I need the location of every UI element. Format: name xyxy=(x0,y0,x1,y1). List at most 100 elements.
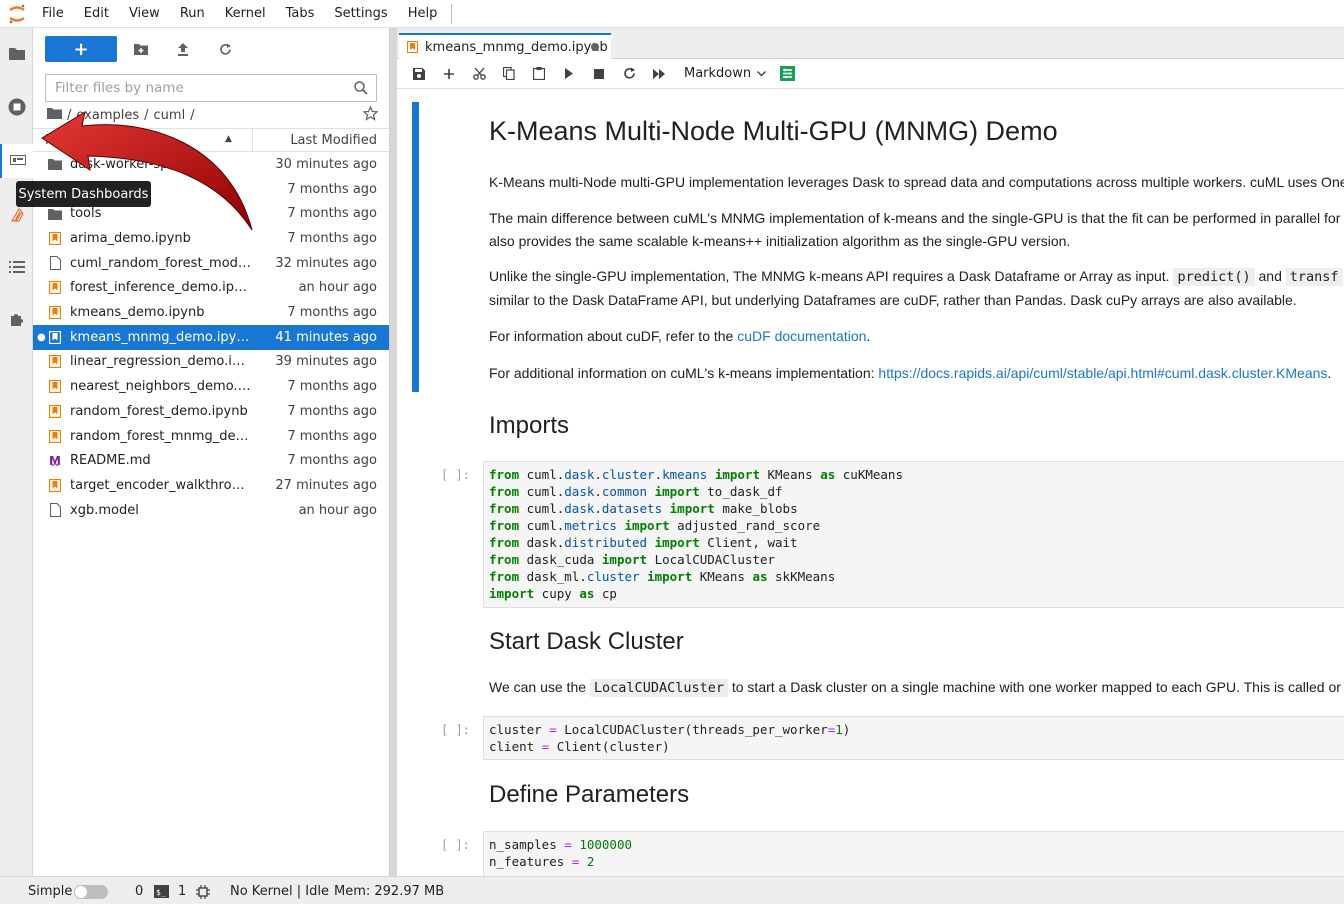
notebook-icon xyxy=(48,330,62,344)
file-row[interactable]: M README.md 7 months ago xyxy=(33,448,389,473)
stop-icon[interactable] xyxy=(584,62,614,86)
file-filter-input[interactable]: Filter files by name xyxy=(45,74,377,102)
new-folder-icon[interactable] xyxy=(120,36,162,62)
file-filter-placeholder: Filter files by name xyxy=(55,80,184,96)
star-icon[interactable] xyxy=(362,105,379,125)
notebook-icon xyxy=(48,478,62,492)
file-row[interactable]: cuml_random_forest_model.sav 32 minutes a… xyxy=(33,251,389,276)
file-name: xgb.model xyxy=(70,502,139,518)
activity-bar xyxy=(0,28,33,876)
code-cell-parameters[interactable]: n_samples = 1000000 n_features = 2 xyxy=(483,831,1344,876)
file-row[interactable]: random_forest_mnmg_demo.ipynb 7 months ag… xyxy=(33,424,389,449)
panel-splitter[interactable] xyxy=(390,28,397,876)
file-row[interactable]: target_encoder_walkthrough.ipynb 27 minut… xyxy=(33,473,389,498)
file-last-modified: 30 minutes ago xyxy=(275,156,377,172)
new-launcher-button[interactable]: + xyxy=(45,36,117,62)
menu-file[interactable]: File xyxy=(34,0,74,28)
running-terminals-count[interactable]: 1 xyxy=(178,884,186,899)
simple-mode-label: Simple xyxy=(28,884,73,899)
markdown-icon: M xyxy=(48,454,62,468)
svg-text:M: M xyxy=(49,454,61,467)
file-row[interactable]: linear_regression_demo.ipynb 39 minutes a… xyxy=(33,350,389,375)
file-row[interactable]: ● kmeans_mnmg_demo.ipynb 41 minutes ago xyxy=(33,324,389,350)
fast-forward-icon[interactable] xyxy=(644,62,674,86)
notebook-toolbar: Markdown xyxy=(397,59,1344,89)
heading-imports: Imports xyxy=(489,412,570,439)
system-dashboards-icon[interactable] xyxy=(0,144,33,178)
menu-view[interactable]: View xyxy=(119,0,170,28)
file-last-modified: 7 months ago xyxy=(287,428,377,444)
toggle-knob xyxy=(75,886,87,898)
file-name: linear_regression_demo.ipynb xyxy=(70,354,252,370)
file-last-modified: 39 minutes ago xyxy=(275,354,377,370)
file-last-modified: 7 months ago xyxy=(287,206,377,222)
memory-usage: Mem: 292.97 MB xyxy=(334,884,445,899)
menu-help[interactable]: Help xyxy=(398,0,448,28)
jupyter-logo-icon xyxy=(0,0,34,28)
file-name: random_forest_demo.ipynb xyxy=(70,403,248,419)
table-of-contents-icon[interactable] xyxy=(0,250,33,284)
menu-run[interactable]: Run xyxy=(170,0,215,28)
cell-type-dropdown[interactable]: Markdown xyxy=(684,66,767,81)
insert-cell-icon[interactable] xyxy=(434,62,464,86)
copy-icon[interactable] xyxy=(494,62,524,86)
paragraph-text: We can use the xyxy=(489,679,587,695)
file-last-modified: 7 months ago xyxy=(287,230,377,246)
cut-icon[interactable] xyxy=(464,62,494,86)
tab-kmeans-mnmg-demo[interactable]: kmeans_mnmg_demo.ipynb xyxy=(399,33,611,59)
paste-icon[interactable] xyxy=(524,62,554,86)
cell-type-value: Markdown xyxy=(684,66,752,81)
file-last-modified: 7 months ago xyxy=(287,379,377,395)
file-icon xyxy=(48,503,62,518)
file-browser-icon[interactable] xyxy=(0,36,33,70)
paragraph-difference-line2: also provides the same scalable k-means+… xyxy=(489,233,1071,249)
file-last-modified: 32 minutes ago xyxy=(275,255,377,271)
column-header-last-modified[interactable]: Last Modified xyxy=(290,133,377,148)
simple-mode-toggle[interactable] xyxy=(74,885,108,899)
file-icon xyxy=(48,256,62,271)
file-last-modified: 7 months ago xyxy=(287,305,377,321)
menu-edit[interactable]: Edit xyxy=(74,0,119,28)
extension-manager-icon[interactable] xyxy=(0,302,33,336)
file-row[interactable]: xgb.model an hour ago xyxy=(33,498,389,523)
code-cell-cluster[interactable]: cluster = LocalCUDACluster(threads_per_w… xyxy=(483,716,1344,760)
inline-code-localcudacluster: LocalCUDACluster xyxy=(589,679,728,697)
file-row[interactable]: kmeans_demo.ipynb 7 months ago xyxy=(33,300,389,325)
property-inspector-icon[interactable] xyxy=(772,62,802,86)
paragraph-intro: K-Means multi-Node multi-GPU implementat… xyxy=(489,174,1344,190)
menu-settings[interactable]: Settings xyxy=(324,0,397,28)
heading-define-parameters: Define Parameters xyxy=(489,781,690,808)
restart-icon[interactable] xyxy=(614,62,644,86)
file-row[interactable]: forest_inference_demo.ipynb an hour ago xyxy=(33,276,389,301)
notebook-title: K-Means Multi-Node Multi-GPU (MNMG) Demo xyxy=(489,116,1058,146)
tab-bar: kmeans_mnmg_demo.ipynb xyxy=(397,28,1344,59)
cudf-documentation-link[interactable]: cuDF documentation xyxy=(737,328,866,344)
menu-tabs[interactable]: Tabs xyxy=(276,0,325,28)
file-row[interactable]: nearest_neighbors_demo.ipynb 7 months ago xyxy=(33,374,389,399)
file-name: target_encoder_walkthrough.ipynb xyxy=(70,477,252,493)
paragraph-text: Unlike the single-GPU implementation, Th… xyxy=(489,268,1170,284)
annotation-arrow-icon xyxy=(41,110,253,231)
running-indicator-icon: ● xyxy=(37,331,46,343)
running-kernels-count[interactable]: 0 xyxy=(135,884,143,899)
notebook-panel[interactable]: K-Means Multi-Node Multi-GPU (MNMG) Demo… xyxy=(397,90,1344,876)
save-icon[interactable] xyxy=(404,62,434,86)
svg-text:$_: $_ xyxy=(156,888,166,897)
running-kernels-icon[interactable] xyxy=(0,90,33,124)
run-icon[interactable] xyxy=(554,62,584,86)
upload-icon[interactable] xyxy=(162,36,204,62)
kernel-status[interactable]: No Kernel | Idle xyxy=(230,884,329,899)
unsaved-indicator-icon[interactable] xyxy=(591,43,599,51)
notebook-icon xyxy=(48,380,62,394)
paragraph-api-line2: similar to the Dask DataFrame API, but u… xyxy=(489,292,1297,308)
paragraph-cluster-info: We can use the LocalCUDACluster to start… xyxy=(489,679,1341,697)
cuml-kmeans-docs-link[interactable]: https://docs.rapids.ai/api/cuml/stable/a… xyxy=(878,365,1327,381)
active-cell-indicator[interactable] xyxy=(412,102,419,392)
notebook-icon xyxy=(48,355,62,369)
paragraph-text: . xyxy=(1327,365,1332,381)
menu-kernel[interactable]: Kernel xyxy=(215,0,276,28)
refresh-icon[interactable] xyxy=(204,36,246,62)
code-cell-imports[interactable]: from cuml.dask.cluster.kmeans import KMe… xyxy=(483,461,1344,608)
file-row[interactable]: random_forest_demo.ipynb 7 months ago xyxy=(33,399,389,424)
search-icon xyxy=(354,81,368,99)
